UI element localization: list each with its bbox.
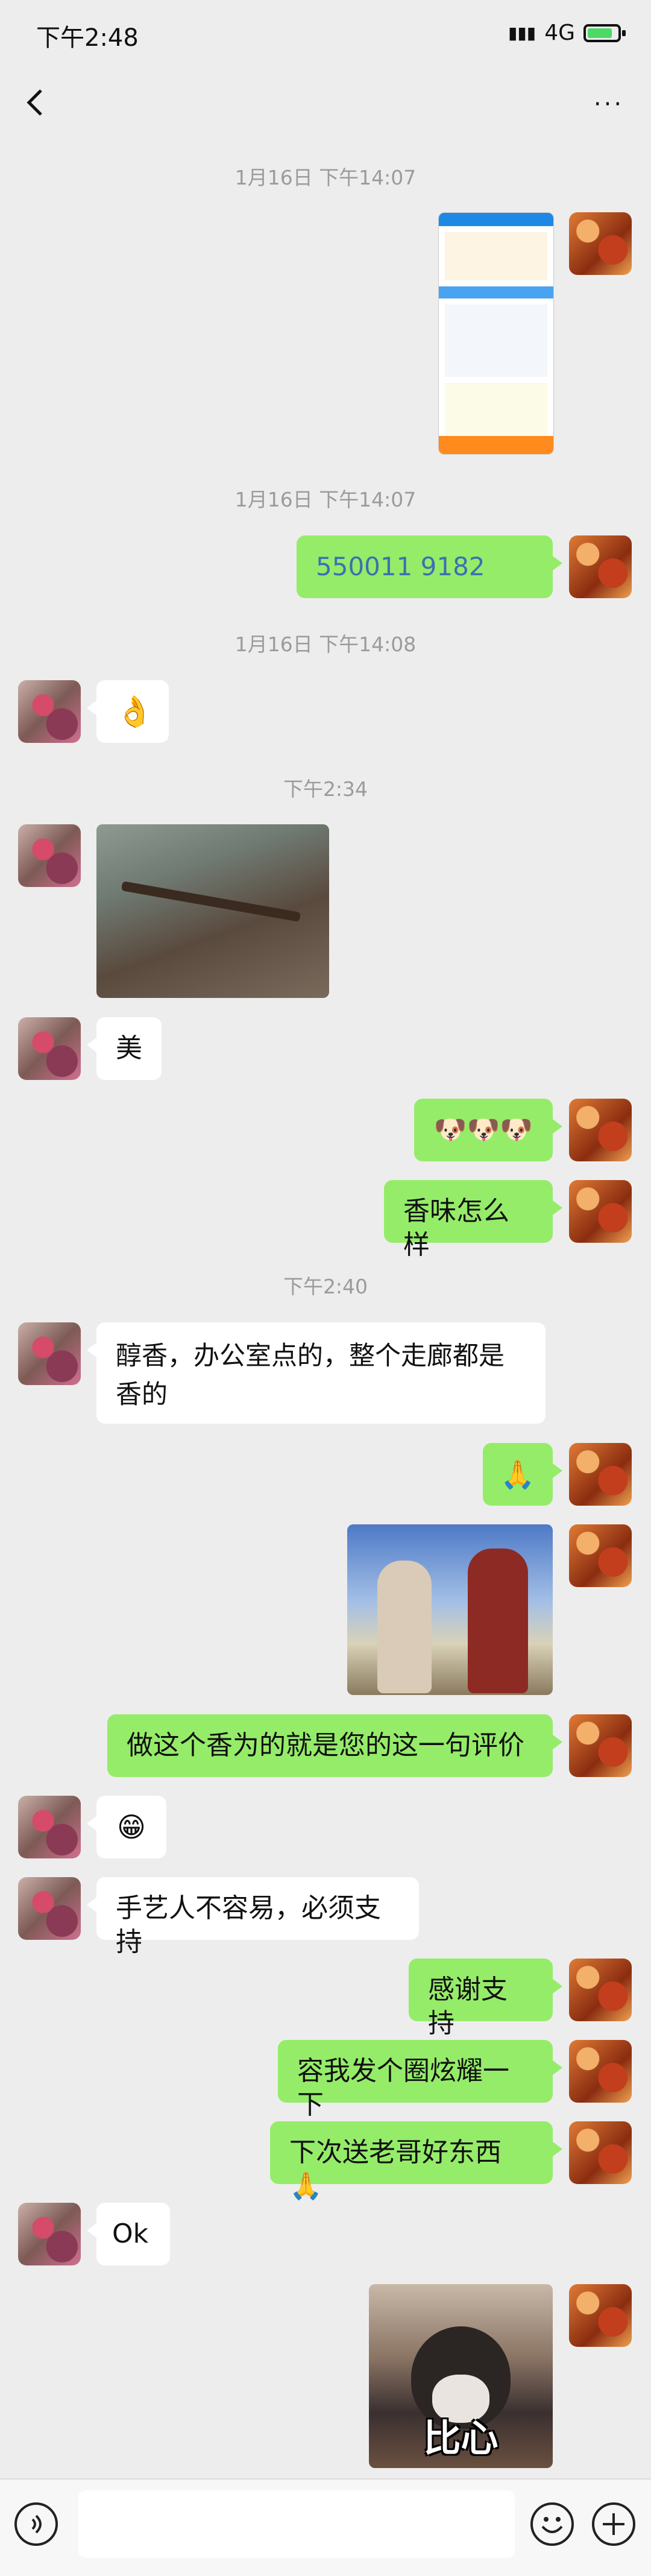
- battery-icon: [583, 24, 626, 42]
- message-bubble[interactable]: 下次送老哥好东西🙏: [270, 2121, 562, 2202]
- sticker-caption: 比心: [423, 2416, 498, 2460]
- avatar[interactable]: [569, 2040, 632, 2103]
- avatar[interactable]: [569, 2284, 632, 2347]
- timestamp: 1月16日 下午14:07: [234, 166, 417, 189]
- message-bubble[interactable]: 醇香，办公室点的，整个走廊都是香的: [87, 1322, 546, 1424]
- avatar[interactable]: [569, 1099, 632, 1161]
- avatar[interactable]: [569, 1524, 632, 1587]
- emoji-icon[interactable]: [530, 2502, 574, 2546]
- avatar[interactable]: [569, 2121, 632, 2184]
- avatar[interactable]: [569, 535, 632, 598]
- timestamp: 1月16日 下午14:07: [234, 488, 417, 511]
- message-bubble[interactable]: 感谢支持: [409, 1959, 562, 2039]
- message-bubble[interactable]: 做这个香为的就是您的这一句评价: [107, 1714, 562, 1777]
- timestamp: 下午2:40: [283, 1275, 368, 1298]
- message-bubble[interactable]: 容我发个圈炫耀一下: [278, 2040, 562, 2120]
- avatar[interactable]: [18, 680, 81, 743]
- timestamp: 下午2:34: [283, 777, 368, 801]
- message-bubble[interactable]: 美: [87, 1017, 162, 1080]
- avatar[interactable]: [569, 1180, 632, 1243]
- avatar[interactable]: [18, 1322, 81, 1385]
- message-bubble[interactable]: 香味怎么样: [384, 1180, 562, 1260]
- avatar[interactable]: [18, 1877, 81, 1940]
- chat-header: [0, 72, 651, 139]
- handshake-photo[interactable]: [347, 1524, 553, 1695]
- avatar[interactable]: [18, 1796, 81, 1858]
- message-bubble[interactable]: 手艺人不容易，必须支持: [87, 1877, 419, 1957]
- avatar[interactable]: [569, 212, 632, 275]
- status-time: 下午2:48: [36, 24, 139, 52]
- emoji-bubble[interactable]: 🐶🐶🐶: [414, 1099, 562, 1161]
- avatar[interactable]: [569, 1959, 632, 2021]
- emoji-bubble[interactable]: 🙏: [483, 1443, 562, 1506]
- avatar[interactable]: [18, 824, 81, 887]
- message-bubble[interactable]: Ok: [87, 2203, 170, 2265]
- dog-sticker[interactable]: 比心: [369, 2284, 553, 2468]
- more-dots-icon[interactable]: ···: [585, 90, 633, 121]
- chevron-left-icon[interactable]: [18, 84, 54, 121]
- emoji-bubble[interactable]: 👌: [87, 680, 169, 743]
- avatar[interactable]: [18, 1017, 81, 1080]
- screenshot-image[interactable]: [438, 212, 554, 455]
- avatar[interactable]: [18, 2203, 81, 2265]
- message-bubble[interactable]: 550011 9182: [297, 535, 562, 598]
- signal-icon: ▮▮▮: [508, 23, 536, 43]
- status-icons: ▮▮▮ 4G: [508, 21, 626, 45]
- status-bar: 下午2:48 ▮▮▮ 4G: [0, 0, 651, 72]
- message-input[interactable]: [78, 2490, 515, 2558]
- plus-icon[interactable]: [592, 2502, 635, 2546]
- voice-icon[interactable]: [14, 2502, 58, 2546]
- emoji-bubble[interactable]: 😁: [87, 1796, 166, 1858]
- avatar[interactable]: [569, 1443, 632, 1506]
- avatar[interactable]: [569, 1714, 632, 1777]
- network-label: 4G: [544, 21, 575, 45]
- timestamp: 1月16日 下午14:08: [234, 633, 417, 656]
- incense-photo[interactable]: [96, 824, 329, 998]
